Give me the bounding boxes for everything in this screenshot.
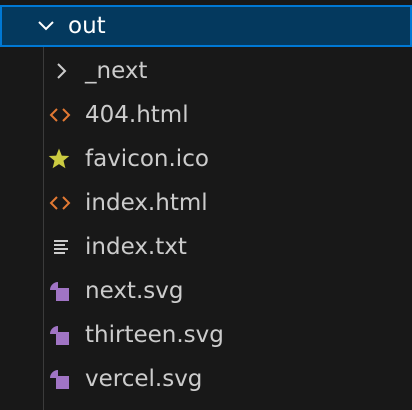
- file-row-favicon[interactable]: favicon.ico: [0, 137, 412, 181]
- svg-shapes-icon: [47, 279, 71, 303]
- file-explorer-tree: out _next 404.html favicon.ico index.htm…: [0, 0, 412, 410]
- folder-row-next[interactable]: _next: [0, 49, 412, 93]
- item-label: index.html: [85, 190, 208, 216]
- folder-label: out: [68, 13, 106, 39]
- item-label: index.txt: [85, 234, 187, 260]
- svg-shapes-icon: [47, 367, 71, 391]
- html-code-icon: [48, 191, 72, 215]
- chevron-down-icon[interactable]: [36, 16, 56, 36]
- file-row-vercel-svg[interactable]: vercel.svg: [0, 357, 412, 401]
- svg-shapes-icon: [47, 323, 71, 347]
- file-row-thirteen-svg[interactable]: thirteen.svg: [0, 313, 412, 357]
- file-row-index-html[interactable]: index.html: [0, 181, 412, 225]
- file-row-next-svg[interactable]: next.svg: [0, 269, 412, 313]
- file-row-index-txt[interactable]: index.txt: [0, 225, 412, 269]
- star-icon: [47, 147, 71, 171]
- item-label: 404.html: [85, 102, 189, 128]
- folder-row-out[interactable]: out: [0, 5, 412, 47]
- file-row-404-html[interactable]: 404.html: [0, 93, 412, 137]
- text-lines-icon: [50, 235, 74, 259]
- html-code-icon: [48, 103, 72, 127]
- item-label: thirteen.svg: [85, 322, 224, 348]
- chevron-right-icon[interactable]: [52, 61, 72, 81]
- item-label: favicon.ico: [85, 146, 209, 172]
- item-label: next.svg: [85, 278, 184, 304]
- item-label: _next: [85, 58, 148, 84]
- item-label: vercel.svg: [85, 366, 203, 392]
